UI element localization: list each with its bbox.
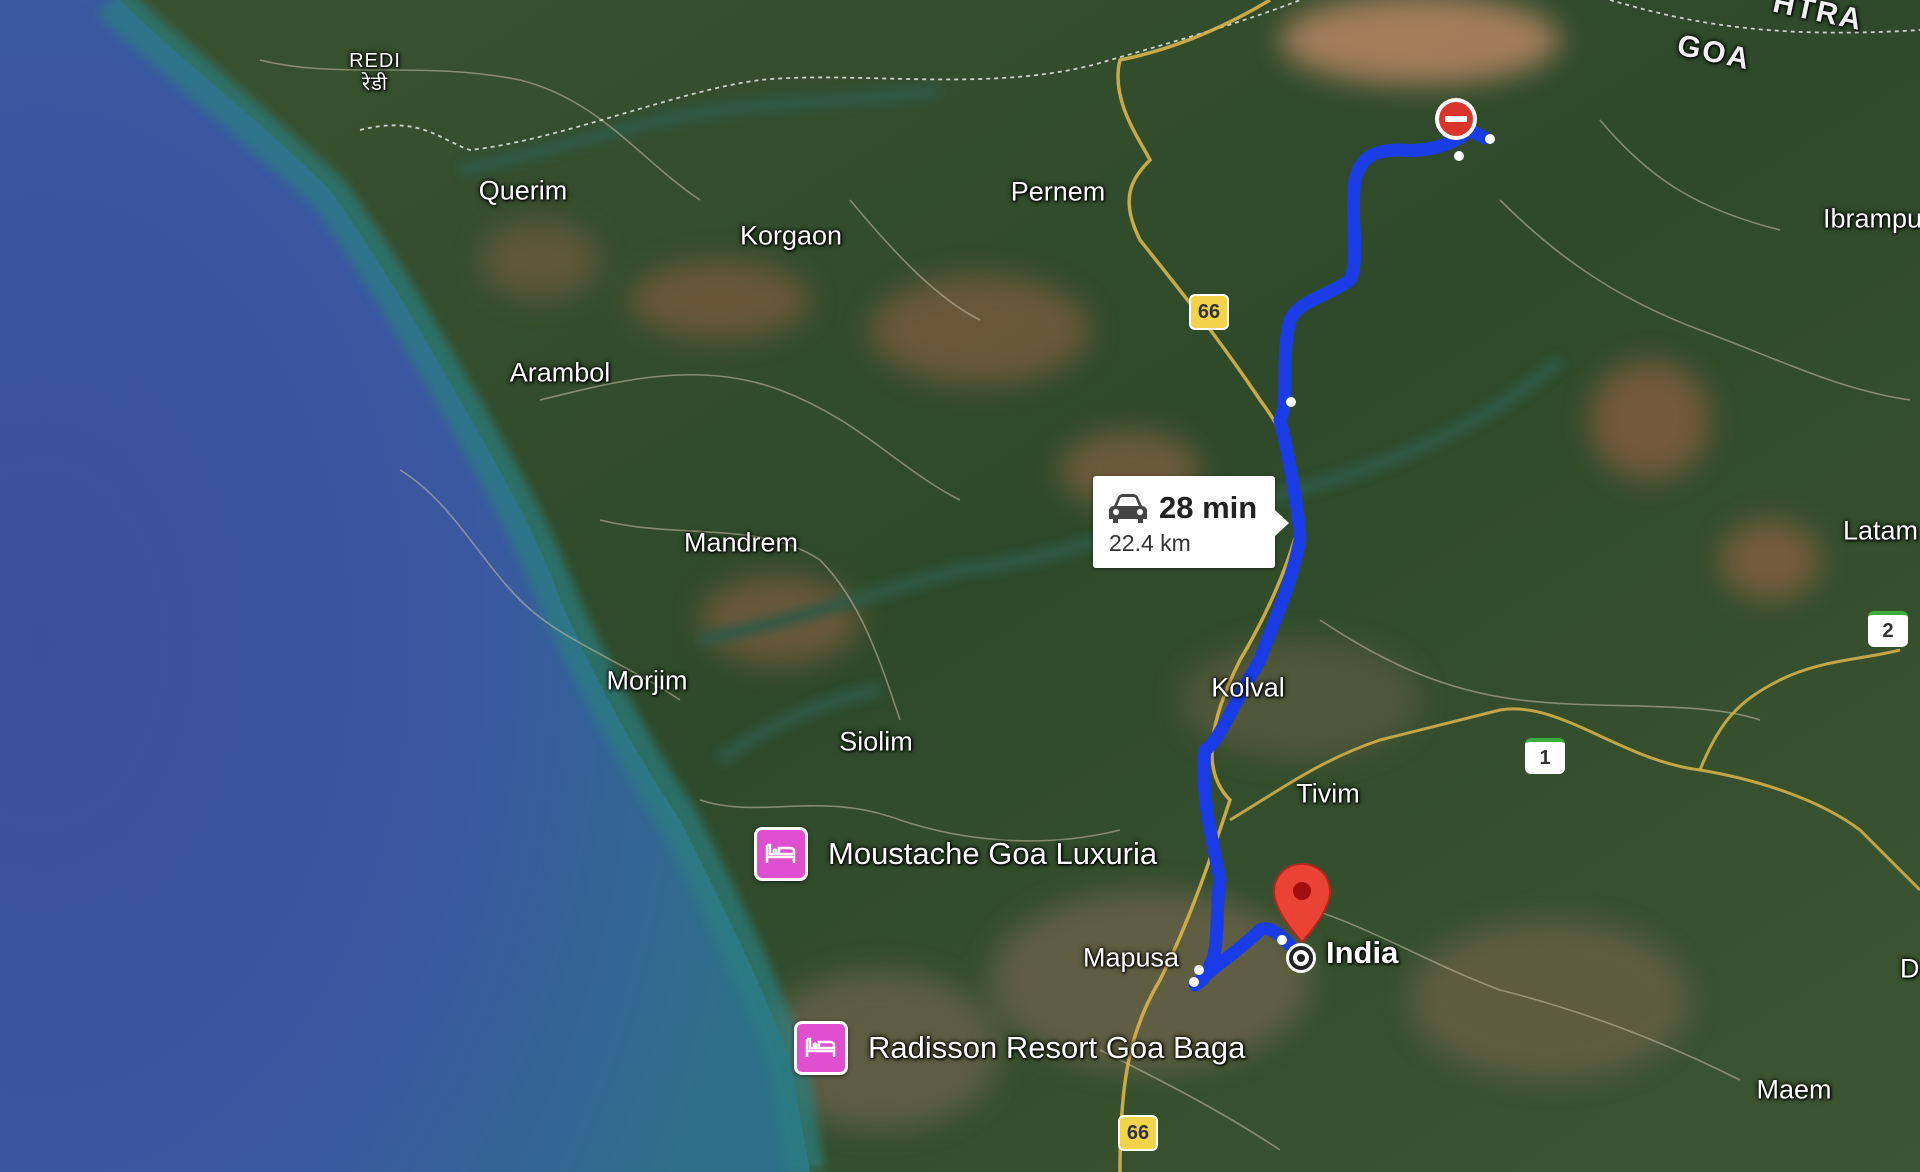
hotel-name: Radisson Resort Goa Baga: [868, 1030, 1246, 1065]
route-info-box[interactable]: 28 min 22.4 km: [1093, 476, 1289, 568]
place-label-korgaon: Korgaon: [739, 220, 843, 251]
place-label-mandrem: Mandrem: [683, 527, 799, 558]
place-label-redi: REDI रेडी: [349, 50, 401, 95]
car-icon: [1109, 494, 1147, 523]
destination-ring-icon: [1286, 943, 1316, 973]
road-shield-sh1: 1: [1525, 738, 1565, 774]
place-label-tivim: Tivim: [1296, 778, 1360, 809]
place-label-morjim: Morjim: [606, 665, 688, 696]
place-label-siolim: Siolim: [839, 726, 913, 757]
hotel-name: Moustache Goa Luxuria: [828, 836, 1158, 871]
route-distance: 22.4 km: [1109, 530, 1191, 556]
road-shield-nh66: 66: [1189, 294, 1229, 330]
place-label-maem: Maem: [1756, 1074, 1832, 1105]
hotel-marker-moustache[interactable]: Moustache Goa Luxuria: [754, 827, 1157, 881]
place-label-kolval: Kolval: [1211, 672, 1285, 703]
place-label-mapusa: Mapusa: [1082, 942, 1180, 973]
hotel-marker-radisson[interactable]: Radisson Resort Goa Baga: [794, 1021, 1245, 1075]
destination-label[interactable]: India: [1326, 935, 1398, 971]
hotel-bed-icon: [794, 1021, 848, 1075]
route-duration: 28 min: [1159, 490, 1258, 525]
place-label-pernem: Pernem: [1010, 176, 1106, 207]
satellite-map[interactable]: [0, 0, 1920, 1172]
place-label-querim: Querim: [478, 175, 568, 206]
place-label-arambol: Arambol: [509, 357, 611, 388]
place-label-latam: Latam: [1843, 515, 1919, 546]
place-label-ibrampur: Ibrampu: [1823, 203, 1920, 234]
place-label-d: D: [1900, 953, 1920, 984]
hotel-bed-icon: [754, 827, 808, 881]
road-shield-sh2: 2: [1868, 611, 1908, 647]
no-entry-icon[interactable]: [1433, 96, 1479, 142]
road-shield-nh66: 66: [1118, 1115, 1158, 1151]
